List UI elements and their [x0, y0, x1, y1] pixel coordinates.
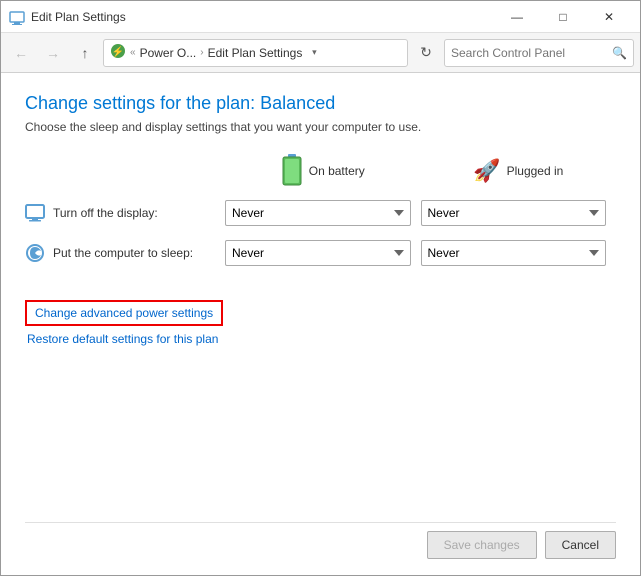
breadcrumb-dropdown-button[interactable]: ▾ [306, 39, 322, 67]
plugged-icon: 🚀 [473, 158, 500, 184]
battery-column-header: On battery [225, 154, 421, 188]
button-bar: Save changes Cancel [25, 522, 616, 559]
display-label: Turn off the display: [25, 203, 225, 223]
settings-header: On battery 🚀 Plugged in [25, 154, 616, 188]
page-heading: Change settings for the plan: Balanced [25, 93, 616, 114]
sleep-plugged-select[interactable]: Never 1 minute 5 minutes 10 minutes 15 m… [421, 240, 607, 266]
breadcrumb-current: Edit Plan Settings [208, 46, 303, 60]
maximize-button[interactable]: □ [540, 1, 586, 33]
display-battery-select[interactable]: Never 1 minute 5 minutes 10 minutes 15 m… [225, 200, 411, 226]
close-button[interactable]: ✕ [586, 1, 632, 33]
svg-text:⚡: ⚡ [112, 45, 124, 58]
minimize-button[interactable]: — [494, 1, 540, 33]
restore-defaults-link[interactable]: Restore default settings for this plan [27, 332, 616, 346]
display-plugged-select[interactable]: Never 1 minute 5 minutes 10 minutes 15 m… [421, 200, 607, 226]
save-button[interactable]: Save changes [427, 531, 537, 559]
address-bar: ← → ↑ ⚡ « Power O... › Edit Plan Setting… [1, 33, 640, 73]
breadcrumb-separator: › [200, 47, 203, 58]
advanced-power-settings-link[interactable]: Change advanced power settings [25, 300, 223, 326]
sleep-icon [25, 243, 45, 263]
links-section: Change advanced power settings Restore d… [25, 300, 616, 346]
sleep-battery-select[interactable]: Never 1 minute 5 minutes 10 minutes 15 m… [225, 240, 411, 266]
title-bar: Edit Plan Settings — □ ✕ [1, 1, 640, 33]
display-setting-row: Turn off the display: Never 1 minute 5 m… [25, 200, 616, 226]
back-button[interactable]: ← [7, 39, 35, 67]
sleep-setting-row: Put the computer to sleep: Never 1 minut… [25, 240, 616, 266]
search-input[interactable] [451, 46, 612, 60]
display-icon [25, 203, 45, 223]
content-area: Change settings for the plan: Balanced C… [1, 73, 640, 575]
breadcrumb: ⚡ « Power O... › Edit Plan Settings ▾ [103, 39, 408, 67]
window-title: Edit Plan Settings [31, 10, 494, 24]
breadcrumb-icon: ⚡ [110, 43, 126, 62]
up-button[interactable]: ↑ [71, 39, 99, 67]
page-subheading: Choose the sleep and display settings th… [25, 120, 616, 134]
forward-button[interactable]: → [39, 39, 67, 67]
cancel-button[interactable]: Cancel [545, 531, 616, 559]
battery-icon [281, 154, 303, 188]
search-box: 🔍 [444, 39, 634, 67]
window-controls: — □ ✕ [494, 1, 632, 33]
window: Edit Plan Settings — □ ✕ ← → ↑ ⚡ « Power… [0, 0, 641, 576]
breadcrumb-parent: Power O... [140, 46, 197, 60]
settings-table: On battery 🚀 Plugged in [25, 154, 616, 280]
sleep-label: Put the computer to sleep: [25, 243, 225, 263]
plugged-column-header: 🚀 Plugged in [421, 158, 617, 184]
refresh-button[interactable]: ↻ [412, 39, 440, 67]
window-icon [9, 9, 25, 25]
search-icon: 🔍 [612, 46, 627, 60]
